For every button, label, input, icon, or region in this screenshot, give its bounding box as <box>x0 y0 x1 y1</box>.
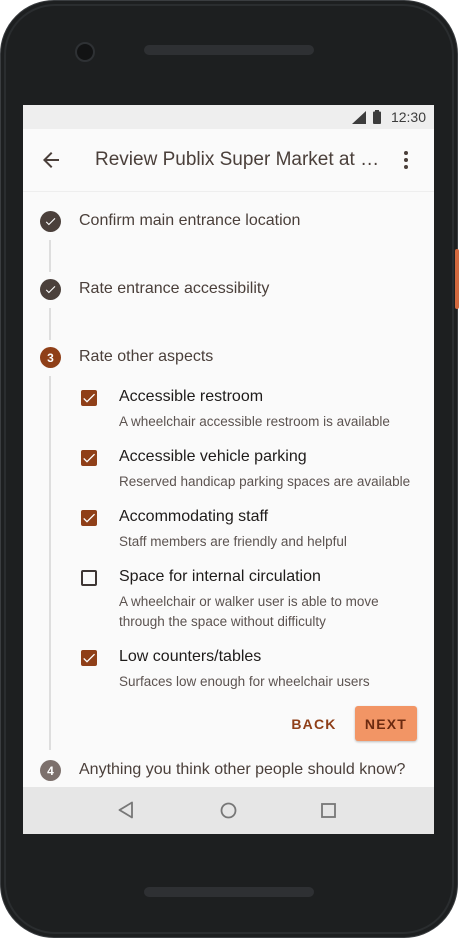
circle-home-icon[interactable] <box>220 802 237 819</box>
aspect-item: Space for internal circulation A wheelch… <box>81 568 421 634</box>
step-connector <box>49 376 51 750</box>
bottom-speaker <box>144 887 314 897</box>
step-1-title[interactable]: Confirm main entrance location <box>79 212 300 230</box>
step-3-title[interactable]: Rate other aspects <box>79 348 213 366</box>
page-title: Review Publix Super Market at Cypress Vi… <box>95 149 382 170</box>
aspect-title: Accommodating staff <box>119 508 269 525</box>
screen: 12:30 Review Publix Super Market at Cypr… <box>23 105 434 834</box>
more-vert-icon[interactable] <box>394 148 418 172</box>
aspect-description: Staff members are friendly and helpful <box>119 534 347 549</box>
aspect-item: Accommodating staff Staff members are fr… <box>81 508 421 554</box>
aspect-title: Low counters/tables <box>119 648 262 665</box>
aspect-description: Surfaces low enough for wheelchair users <box>119 674 370 689</box>
aspect-description: A wheelchair accessible restroom is avai… <box>119 414 390 429</box>
step-4-number: 4 <box>40 760 61 781</box>
aspect-item: Accessible restroom A wheelchair accessi… <box>81 388 421 434</box>
power-button <box>455 249 459 309</box>
checkbox-accommodating-staff[interactable] <box>81 510 97 526</box>
arrow-left-icon[interactable] <box>39 148 63 172</box>
step-3-number: 3 <box>40 347 61 368</box>
check-circle-icon <box>40 279 61 300</box>
aspect-item: Accessible vehicle parking Reserved hand… <box>81 448 421 494</box>
step-connector <box>49 308 51 340</box>
triangle-back-icon[interactable] <box>118 801 134 819</box>
square-recents-icon[interactable] <box>321 803 336 818</box>
step-4-title[interactable]: Anything you think other people should k… <box>79 761 405 779</box>
aspect-title: Space for internal circulation <box>119 568 321 585</box>
aspect-title: Accessible vehicle parking <box>119 448 307 465</box>
earpiece-speaker <box>144 45 314 55</box>
next-button[interactable]: NEXT <box>355 706 417 741</box>
checkbox-accessible-vehicle-parking[interactable] <box>81 450 97 466</box>
aspect-description: Reserved handicap parking spaces are ava… <box>119 474 411 489</box>
step-2-title[interactable]: Rate entrance accessibility <box>79 280 269 298</box>
battery-icon <box>373 110 381 124</box>
app-bar: Review Publix Super Market at Cypress Vi… <box>23 129 434 192</box>
step-connector <box>49 240 51 272</box>
checkbox-low-counters[interactable] <box>81 650 97 666</box>
check-circle-icon <box>40 211 61 232</box>
back-button[interactable]: BACK <box>284 708 344 740</box>
checkbox-accessible-restroom[interactable] <box>81 390 97 406</box>
status-time: 12:30 <box>390 109 426 125</box>
system-nav-bar <box>23 787 434 834</box>
aspect-item: Low counters/tables Surfaces low enough … <box>81 648 421 694</box>
checkbox-internal-circulation[interactable] <box>81 570 97 586</box>
front-camera <box>75 42 95 62</box>
aspect-description: A wheelchair or walker user is able to m… <box>119 594 379 629</box>
aspect-title: Accessible restroom <box>119 388 264 405</box>
phone-frame: 12:30 Review Publix Super Market at Cypr… <box>0 0 459 938</box>
status-bar: 12:30 <box>23 105 434 129</box>
signal-icon <box>352 111 366 124</box>
